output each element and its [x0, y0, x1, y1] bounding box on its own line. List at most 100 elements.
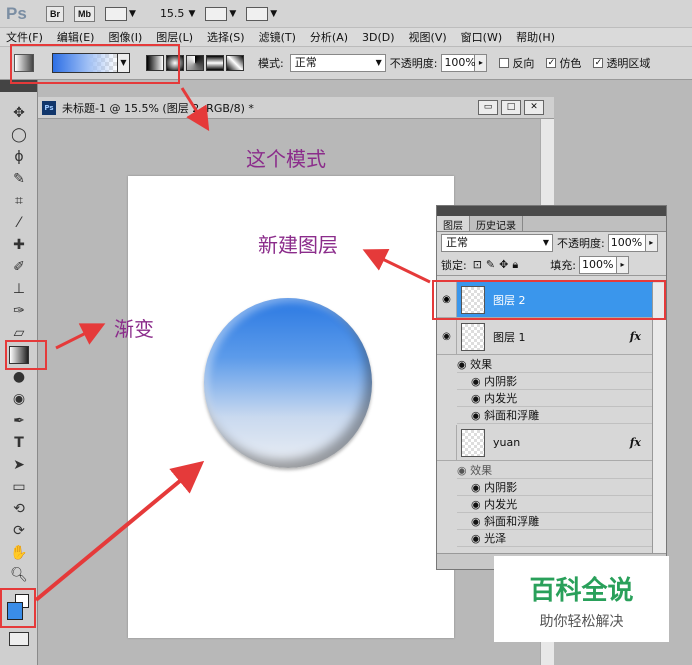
arrange-documents-icon[interactable] — [205, 6, 228, 21]
menu-image[interactable]: 图像(I) — [108, 29, 142, 45]
zoom-tool-icon[interactable]: 🔍︎ — [9, 566, 29, 584]
layer-thumbnail — [461, 428, 485, 457]
annotation-mode: 这个模式 — [246, 147, 326, 171]
screen-mode-icon[interactable] — [246, 6, 269, 21]
lasso-tool-icon[interactable]: ϕ — [9, 148, 29, 166]
menu-file[interactable]: 文件(F) — [6, 29, 43, 45]
dodge-tool-icon[interactable]: ◉ — [9, 390, 29, 408]
reverse-checkbox[interactable] — [499, 58, 510, 68]
layer-opacity-label: 不透明度: — [557, 237, 605, 250]
reverse-label: 反向 — [512, 57, 535, 70]
menu-view[interactable]: 视图(V) — [409, 29, 447, 45]
eyedropper-tool-icon[interactable]: ⁄ — [9, 214, 29, 232]
menu-edit[interactable]: 编辑(E) — [57, 29, 95, 45]
fill-label: 填充: — [550, 258, 576, 272]
transparency-checkbox[interactable]: ✓ — [593, 58, 604, 68]
3d-rotate-tool-icon[interactable]: ⟲ — [9, 500, 29, 518]
watermark: 百科全说 助你轻松解决 — [494, 556, 669, 642]
menu-3d[interactable]: 3D(D) — [362, 31, 395, 44]
blur-tool-icon[interactable]: ● — [9, 368, 29, 386]
annotation-new-layer: 新建图层 — [258, 233, 338, 257]
opacity-label: 不透明度: — [389, 57, 438, 70]
menu-select[interactable]: 选择(S) — [207, 29, 245, 45]
menu-filter[interactable]: 滤镜(T) — [259, 29, 296, 45]
blend-mode-select[interactable]: 正常 — [441, 234, 553, 252]
minimize-button[interactable]: ▭ — [478, 100, 498, 115]
marquee-tool-icon[interactable]: ◯ — [9, 126, 29, 144]
highlight-new-layer — [432, 280, 666, 320]
document-ps-icon: Ps — [42, 100, 56, 115]
effects-group-row[interactable]: ◉ 效果 — [457, 356, 653, 373]
fx-icon[interactable]: fx — [630, 436, 641, 449]
fx-icon[interactable]: fx — [630, 330, 641, 343]
layer-opacity-slider-button[interactable]: ▸ — [645, 234, 658, 252]
lock-label: 锁定: — [441, 258, 467, 272]
layer-row-yuan[interactable]: yuan fx — [437, 425, 653, 461]
shape-tool-icon[interactable]: ▭ — [9, 478, 29, 496]
effect-row[interactable]: ◉ 内阴影 — [457, 373, 653, 390]
document-title: 未标题-1 @ 15.5% (图层 2, RGB/8) * — [62, 101, 254, 115]
layers-panel: 图层 历史记录 正常 不透明度: 100% ▸ 锁定: ⊡✎✥🔒︎ 填充: 10… — [436, 205, 667, 570]
angle-gradient-icon[interactable] — [186, 55, 204, 71]
effect-row[interactable]: ◉ 内发光 — [457, 496, 653, 513]
layer-name: 图层 1 — [493, 330, 526, 344]
visibility-toggle[interactable] — [437, 425, 457, 460]
watermark-subtitle: 助你轻松解决 — [539, 614, 624, 630]
fill-slider-button[interactable]: ▸ — [616, 255, 629, 274]
close-button[interactable]: ✕ — [524, 100, 544, 115]
healing-brush-tool-icon[interactable]: ✚ — [9, 236, 29, 254]
path-selection-tool-icon[interactable]: ➤ — [9, 456, 29, 474]
highlight-color-swatch — [0, 588, 36, 628]
watermark-title: 百科全说 — [529, 576, 634, 606]
quick-mask-icon[interactable] — [9, 632, 29, 646]
effect-row[interactable]: ◉ 斜面和浮雕 — [457, 407, 653, 424]
effect-row[interactable]: ◉ 光泽 — [457, 530, 653, 547]
clone-stamp-tool-icon[interactable]: ⊥ — [9, 280, 29, 298]
toolbox: ✥ ◯ ϕ ✎ ⌗ ⁄ ✚ ✐ ⊥ ✑ ▱ ● ◉ ✒ T ➤ ▭ ⟲ ⟳ ✋ … — [0, 80, 38, 665]
tab-history[interactable]: 历史记录 — [470, 216, 523, 232]
effect-row[interactable]: ◉ 斜面和浮雕 — [457, 513, 653, 530]
reflected-gradient-icon[interactable] — [206, 55, 224, 71]
brush-tool-icon[interactable]: ✐ — [9, 258, 29, 276]
mode-select[interactable]: 正常 — [289, 54, 386, 72]
type-tool-icon[interactable]: T — [9, 434, 29, 452]
photoshop-logo: Ps — [6, 3, 27, 23]
3d-orbit-tool-icon[interactable]: ⟳ — [9, 522, 29, 540]
effect-row[interactable]: ◉ 内阴影 — [457, 479, 653, 496]
layers-scrollbar[interactable] — [652, 283, 666, 553]
menu-layer[interactable]: 图层(L) — [156, 29, 193, 45]
zoom-level[interactable]: 15.5 — [160, 7, 185, 20]
history-brush-tool-icon[interactable]: ✑ — [9, 302, 29, 320]
lock-icons[interactable]: ⊡✎✥🔒︎ — [473, 258, 523, 272]
pen-tool-icon[interactable]: ✒ — [9, 412, 29, 430]
menu-help[interactable]: 帮助(H) — [516, 29, 555, 45]
layer-row-layer1[interactable]: ◉ 图层 1 fx — [437, 319, 653, 355]
mini-bridge-button[interactable]: Mb — [74, 5, 96, 22]
fill-input[interactable]: 100% — [578, 255, 617, 274]
application-bar: Ps Br Mb ▼ 15.5 ▼ ▼ ▼ — [0, 0, 692, 28]
menu-window[interactable]: 窗口(W) — [461, 29, 502, 45]
layer-opacity-input[interactable]: 100% — [607, 234, 646, 252]
diamond-gradient-icon[interactable] — [226, 55, 244, 71]
menu-analysis[interactable]: 分析(A) — [310, 29, 348, 45]
effect-row[interactable]: ◉ 内发光 — [457, 390, 653, 407]
panel-header-bar[interactable] — [437, 206, 666, 216]
hand-tool-icon[interactable]: ✋ — [9, 544, 29, 562]
document-titlebar[interactable]: Ps 未标题-1 @ 15.5% (图层 2, RGB/8) * ▭ □ ✕ — [38, 97, 554, 119]
dither-checkbox[interactable]: ✓ — [546, 58, 557, 68]
layer-thumbnail — [461, 322, 485, 351]
effects-group-row[interactable]: ◉ 效果 — [457, 462, 653, 479]
move-tool-icon[interactable]: ✥ — [9, 104, 29, 122]
quick-select-tool-icon[interactable]: ✎ — [9, 170, 29, 188]
bridge-button[interactable]: Br — [46, 5, 65, 22]
opacity-input[interactable]: 100% — [441, 54, 476, 72]
highlight-gradient-tool — [5, 340, 47, 370]
view-extras-icon[interactable] — [105, 6, 128, 21]
gradient-circle-shape — [204, 298, 372, 468]
tab-layers[interactable]: 图层 — [437, 216, 470, 232]
crop-tool-icon[interactable]: ⌗ — [9, 192, 29, 210]
maximize-button[interactable]: □ — [501, 100, 521, 115]
opacity-slider-button[interactable]: ▸ — [475, 54, 488, 72]
annotation-gradient: 渐变 — [114, 317, 154, 341]
visibility-eye-icon[interactable]: ◉ — [437, 319, 457, 354]
